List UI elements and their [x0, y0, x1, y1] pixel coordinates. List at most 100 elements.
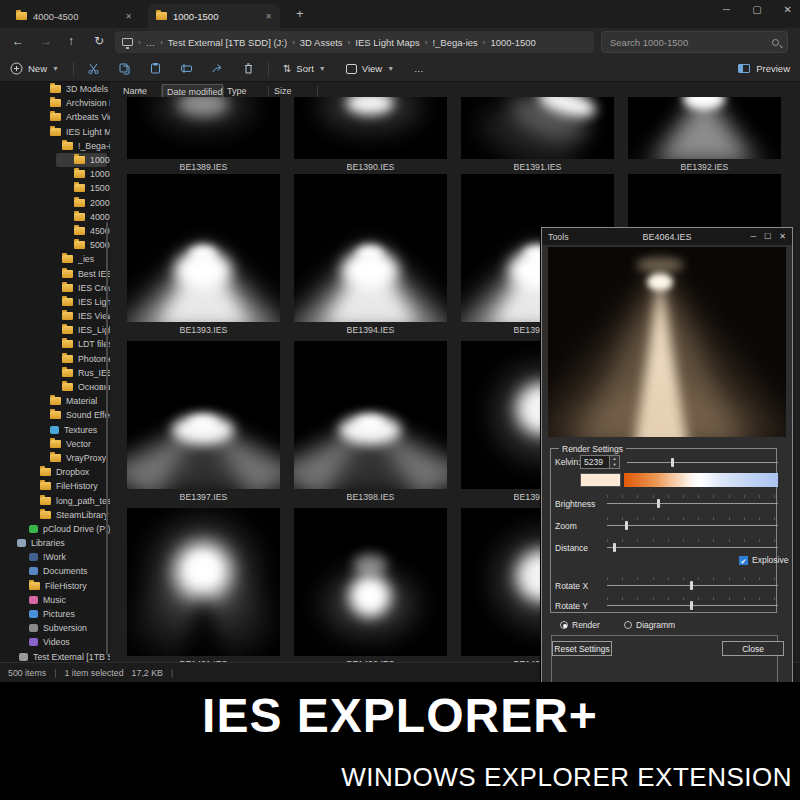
sidebar-item[interactable]: IES Light Map [0, 125, 110, 139]
sidebar-item[interactable]: FileHistory [0, 579, 110, 593]
breadcrumb-item[interactable]: !_Bega-ies [432, 37, 477, 48]
sidebar-item[interactable]: Dropbox [0, 465, 110, 479]
file-thumbnail[interactable] [461, 97, 614, 159]
sidebar-scrollbar[interactable] [106, 222, 108, 655]
file-thumbnail[interactable] [294, 97, 447, 159]
close-icon[interactable]: ✕ [784, 4, 792, 15]
diagramm-radio[interactable]: Diagramm [624, 620, 675, 630]
sidebar-item[interactable]: Pictures [0, 607, 110, 621]
sidebar-item[interactable]: Rus_IES [0, 366, 110, 380]
tab-close-icon[interactable]: ✕ [125, 12, 132, 21]
sidebar-item[interactable]: Music [0, 593, 110, 607]
sidebar-item[interactable]: Photome [0, 352, 110, 366]
breadcrumb-item[interactable]: 1000-1500 [490, 37, 535, 48]
up-icon[interactable]: ↑ [68, 34, 74, 48]
sidebar-item[interactable]: Sound Effect [0, 408, 110, 422]
tool-minimize-icon[interactable]: ─ [750, 232, 756, 241]
checkbox-check-icon[interactable]: ✔ [739, 556, 748, 565]
delete-button[interactable] [242, 62, 255, 75]
kelvin-gradient-bar[interactable] [624, 473, 778, 487]
sidebar-item[interactable]: 2000- [0, 196, 110, 210]
sidebar-item[interactable]: LDT files [0, 337, 110, 351]
new-button[interactable]: New ▼ [10, 62, 59, 75]
breadcrumb-overflow[interactable]: … [146, 37, 156, 48]
file-thumbnail[interactable] [127, 174, 280, 322]
column-name[interactable]: Name [123, 86, 147, 96]
sidebar-item[interactable]: Archvision RI [0, 96, 110, 110]
breadcrumb-item[interactable]: IES Light Maps [355, 37, 419, 48]
back-icon[interactable]: ← [12, 34, 24, 48]
file-thumbnail[interactable] [127, 97, 280, 159]
spin-down-icon[interactable]: ▼ [610, 462, 619, 468]
sidebar-item[interactable]: long_path_testlo [0, 493, 110, 507]
sidebar-item[interactable]: FileHistory [0, 479, 110, 493]
view-button[interactable]: View ▼ [346, 63, 394, 74]
tool-close-icon[interactable]: ✕ [779, 232, 786, 241]
sidebar-item[interactable]: IES Viewe [0, 309, 110, 323]
share-button[interactable] [211, 62, 224, 75]
breadcrumb-item[interactable]: 3D Assets [300, 37, 343, 48]
sidebar-item[interactable]: Vector [0, 437, 110, 451]
cut-button[interactable] [87, 62, 100, 75]
tool-window-titlebar[interactable]: Tools BE4064.IES ─ ☐ ✕ [542, 228, 792, 245]
more-button[interactable]: … [414, 63, 424, 74]
zoom-slider[interactable] [607, 521, 778, 530]
file-thumbnail[interactable] [127, 508, 280, 656]
preview-toggle[interactable]: Preview [738, 63, 790, 74]
sidebar-item[interactable]: 1500- [0, 181, 110, 195]
sidebar-item[interactable]: IES Lights [0, 295, 110, 309]
spinbox-arrows[interactable]: ▲▼ [609, 456, 619, 468]
sidebar-item[interactable]: Artbeats Vide [0, 110, 110, 124]
kelvin-slider[interactable] [627, 458, 778, 467]
distance-slider[interactable] [607, 543, 778, 552]
column-size[interactable]: Size [274, 86, 292, 96]
forward-icon[interactable]: → [40, 34, 52, 48]
sidebar-item[interactable]: VrayProxy [0, 451, 110, 465]
sidebar-item[interactable]: Libraries [0, 536, 110, 550]
radio-unselected-icon[interactable] [624, 621, 632, 629]
sidebar-item[interactable]: Test External [1TB SDD] ( [0, 650, 110, 663]
paste-button[interactable] [149, 62, 162, 75]
kelvin-spinbox[interactable]: 5239 ▲▼ [580, 455, 620, 469]
sidebar-item[interactable]: !Work [0, 550, 110, 564]
sidebar-item[interactable]: Material [0, 394, 110, 408]
sidebar-item[interactable]: 1000- [0, 167, 110, 181]
column-type[interactable]: Type [227, 86, 247, 96]
tool-maximize-icon[interactable]: ☐ [764, 232, 771, 241]
sidebar-item[interactable]: Videos [0, 635, 110, 649]
refresh-icon[interactable]: ↻ [94, 34, 104, 48]
sidebar-item[interactable]: Основны [0, 380, 110, 394]
sidebar-item[interactable]: IES Creato [0, 281, 110, 295]
file-thumbnail[interactable] [127, 341, 280, 489]
sidebar-item[interactable]: _ies [0, 252, 110, 266]
sidebar-item[interactable]: Documents [0, 564, 110, 578]
search-input[interactable]: Search 1000-1500 [601, 31, 788, 53]
sidebar-item[interactable]: 1000- [0, 153, 110, 167]
sidebar-item[interactable]: 4500- [0, 224, 110, 238]
sidebar-item[interactable]: IES_Light_ [0, 323, 110, 337]
tab-1000-1500[interactable]: 1000-1500 ✕ [148, 4, 280, 28]
rotate-y-slider[interactable] [607, 601, 778, 610]
file-thumbnail[interactable] [294, 341, 447, 489]
file-thumbnail[interactable] [294, 508, 447, 656]
sidebar-item[interactable]: 4000- [0, 210, 110, 224]
minimize-icon[interactable]: ─ [723, 4, 730, 15]
kelvin-slider-thumb[interactable] [671, 458, 674, 467]
file-thumbnail[interactable] [628, 97, 781, 159]
sidebar-item[interactable]: !_Bega-ie [0, 139, 110, 153]
copy-button[interactable] [118, 62, 131, 75]
close-button[interactable]: Close [722, 641, 784, 656]
new-tab-button[interactable]: + [296, 6, 304, 21]
render-radio[interactable]: Render [560, 620, 600, 630]
tab-4000-4500[interactable]: 4000-4500 ✕ [8, 4, 140, 28]
maximize-icon[interactable]: ▢ [752, 4, 761, 15]
sidebar-item[interactable]: Textures [0, 423, 110, 437]
explosive-checkbox[interactable]: ✔ Explosive [739, 555, 788, 565]
sidebar-item[interactable]: Subversion [0, 621, 110, 635]
sidebar-item[interactable]: pCloud Drive (P:) [0, 522, 110, 536]
rotate-x-slider[interactable] [607, 581, 778, 590]
breadcrumb[interactable]: › … › Test External [1TB SDD] (J:)›3D As… [115, 31, 594, 53]
sidebar-item[interactable]: 5000- [0, 238, 110, 252]
radio-selected-icon[interactable] [560, 621, 568, 629]
sidebar-item[interactable]: 3D Models [0, 82, 110, 96]
